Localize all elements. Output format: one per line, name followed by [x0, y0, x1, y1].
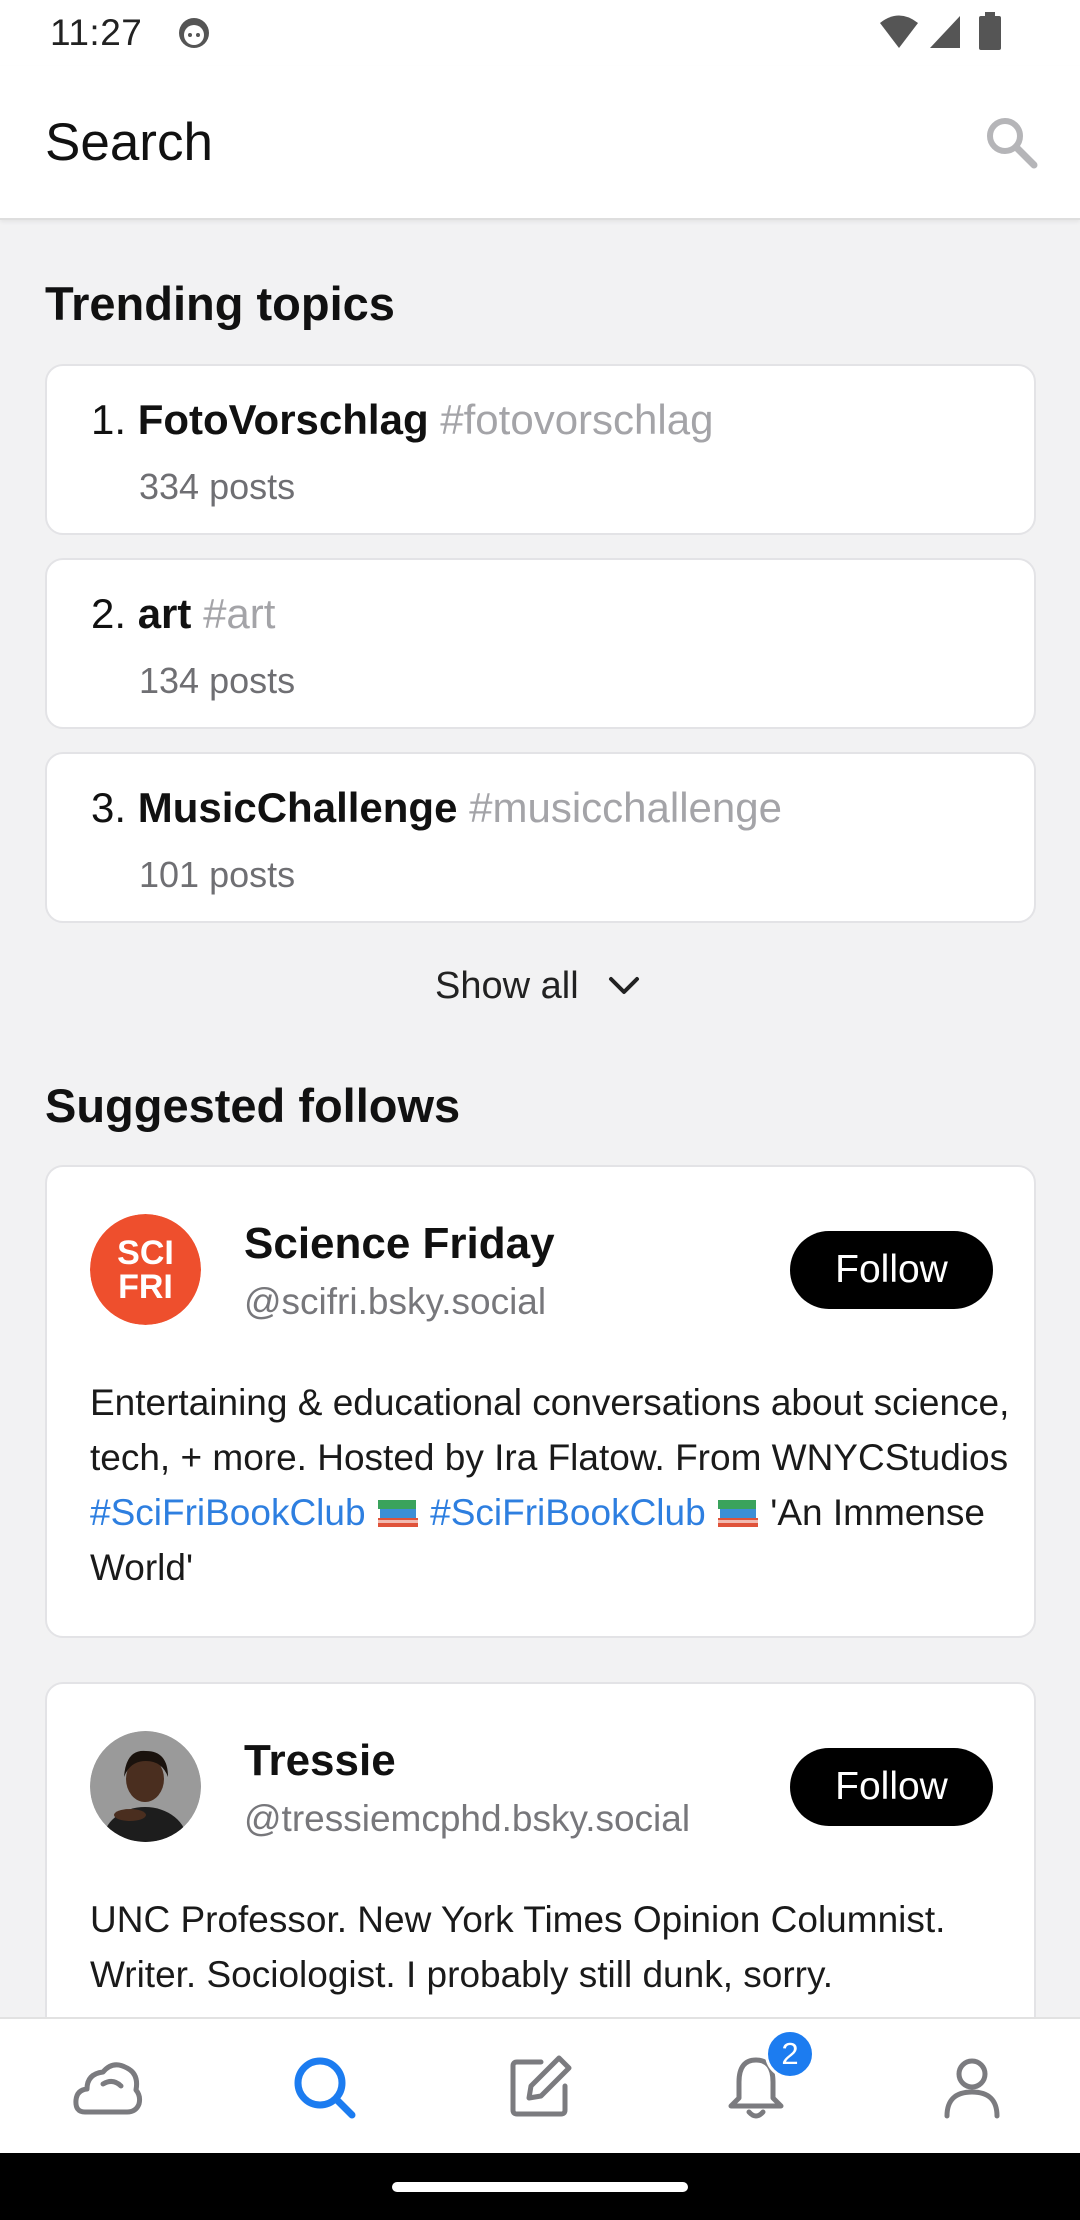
trending-title: Trending topics	[45, 277, 395, 330]
search-icon[interactable]	[984, 115, 1038, 169]
topic-rank: 1.	[91, 396, 127, 443]
trending-topic[interactable]: 2. art #art 134 posts	[45, 558, 1036, 729]
follow-handle: @tressiemcphd.bsky.social	[244, 1798, 691, 1839]
topic-hashtag: #musicchallenge	[469, 784, 782, 831]
topic-post-count: 134 posts	[139, 660, 296, 701]
status-bar: 11:27	[0, 0, 1080, 66]
trending-topic[interactable]: 1. FotoVorschlag #fotovorschlag 334 post…	[45, 364, 1036, 535]
topic-name: art	[137, 590, 192, 637]
compose-icon[interactable]	[505, 2052, 575, 2122]
books-emoji-icon	[377, 1500, 418, 1527]
hashtag-link[interactable]: #SciFriBookClub	[430, 1492, 706, 1533]
topic-rank: 2.	[91, 590, 127, 637]
topic-hashtag: #art	[203, 590, 276, 637]
home-gesture-handle[interactable]	[392, 2182, 688, 2192]
topic-post-count: 101 posts	[139, 854, 296, 895]
books-emoji-icon	[717, 1500, 758, 1527]
search-icon[interactable]	[289, 2052, 359, 2122]
notification-badge: 2	[765, 2029, 815, 2079]
topic-post-count: 334 posts	[139, 466, 296, 507]
follow-button[interactable]: Follow	[790, 1231, 993, 1309]
chevron-down-icon	[608, 977, 639, 994]
app-header: Search	[0, 66, 1080, 220]
topic-name: FotoVorschlag	[137, 396, 429, 443]
home-icon[interactable]	[73, 2052, 143, 2122]
topic-hashtag: #fotovorschlag	[440, 396, 714, 443]
follow-bio: Entertaining & educational conversations…	[90, 1382, 1010, 1588]
profile-icon[interactable]	[937, 2052, 1007, 2122]
profile-photo	[90, 1731, 201, 1842]
svg-text:FRI: FRI	[118, 1268, 173, 1306]
status-time: 11:27	[50, 12, 143, 53]
search-screen: 11:27 Search Trending topics 1. FotoVors…	[0, 0, 1080, 2220]
svg-text:SCI: SCI	[117, 1234, 174, 1272]
follow-bio: UNC Professor. New York Times Opinion Co…	[90, 1899, 946, 1995]
hashtag-link[interactable]: #SciFriBookClub	[90, 1492, 366, 1533]
suggested-follows-title: Suggested follows	[45, 1079, 461, 1132]
wifi-icon	[880, 15, 918, 48]
signal-icon	[930, 16, 960, 48]
avatar	[90, 1731, 201, 1842]
follow-button[interactable]: Follow	[790, 1748, 993, 1826]
bottom-navigation	[0, 2017, 1080, 2153]
show-all-button[interactable]: Show all	[435, 956, 641, 1016]
topic-rank: 3.	[91, 784, 127, 831]
page-title: Search	[45, 113, 213, 172]
avatar: SCI FRI	[90, 1214, 201, 1325]
scifri-logo: SCI FRI	[90, 1214, 201, 1325]
follow-name[interactable]: Science Friday	[244, 1219, 555, 1269]
topic-name: MusicChallenge	[137, 784, 458, 831]
trending-topic[interactable]: 3. MusicChallenge #musicchallenge 101 po…	[45, 752, 1036, 923]
battery-icon	[979, 12, 1001, 50]
follow-name[interactable]: Tressie	[244, 1736, 396, 1786]
follow-handle: @scifri.bsky.social	[244, 1281, 547, 1322]
suggested-follow-card[interactable]: SCI FRI Science Friday @scifri.bsky.soci…	[45, 1165, 1036, 1638]
android-robot-icon	[179, 18, 209, 48]
show-all-label: Show all	[435, 964, 579, 1007]
